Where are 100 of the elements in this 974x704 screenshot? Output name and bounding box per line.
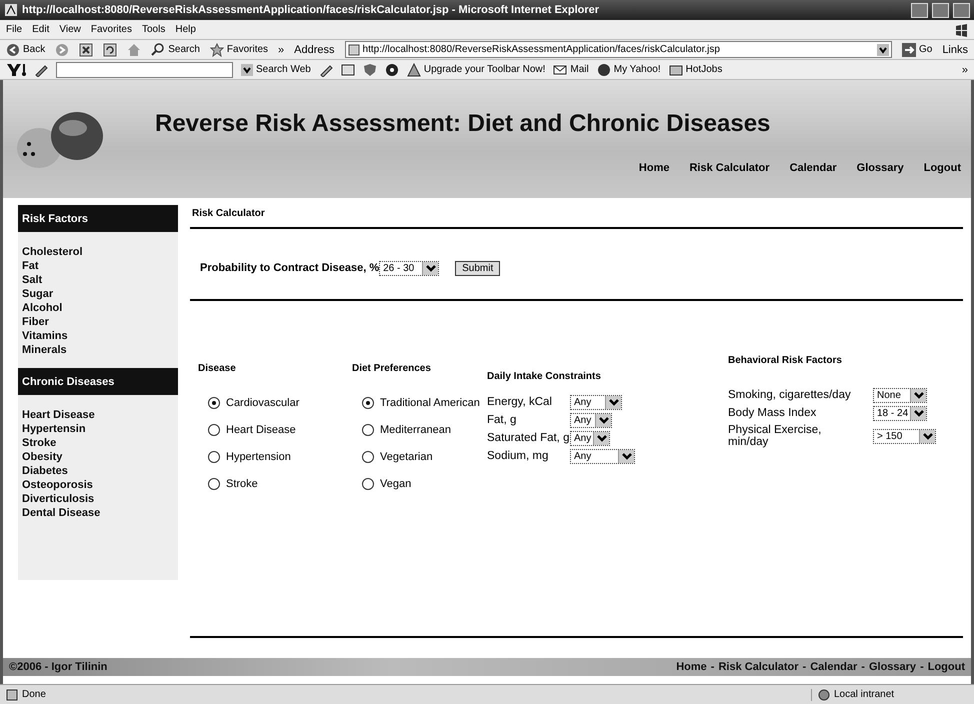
close-button[interactable] bbox=[953, 2, 970, 18]
sidebar-link[interactable]: Vitamins bbox=[18, 330, 178, 344]
radio-button[interactable] bbox=[208, 424, 220, 436]
radio-button[interactable] bbox=[208, 478, 220, 490]
address-field[interactable]: http://localhost:8080/ReverseRiskAssessmentApplication/faces/riskCalculator.jsp bbox=[344, 41, 892, 58]
radio-label: Vegetarian bbox=[380, 450, 433, 462]
menu-item[interactable]: Tools bbox=[142, 24, 166, 35]
sidebar-link[interactable]: Stroke bbox=[18, 437, 178, 451]
dropdown[interactable]: Any bbox=[570, 430, 610, 446]
chevron-down-icon bbox=[424, 263, 437, 273]
chevron-down-icon bbox=[608, 397, 620, 407]
column-heading: Diet Preferences bbox=[352, 363, 432, 376]
my-yahoo-button[interactable]: My Yahoo! bbox=[596, 62, 661, 76]
sidebar-link[interactable]: Sugar bbox=[18, 288, 178, 302]
chevron-down-icon bbox=[620, 451, 632, 461]
field-label: Sodium, mg bbox=[487, 450, 550, 462]
favorites-button[interactable]: Favorites bbox=[210, 42, 268, 56]
status-text: Done bbox=[22, 689, 46, 700]
radio-label: Traditional American bbox=[380, 396, 480, 408]
chevron-down-icon bbox=[598, 415, 610, 425]
search-web-button[interactable]: Search Web bbox=[241, 64, 311, 76]
warning-icon bbox=[406, 62, 421, 76]
menu-item[interactable]: Favorites bbox=[90, 24, 132, 35]
footer-link[interactable]: Logout bbox=[928, 661, 965, 673]
circle-icon bbox=[596, 62, 611, 76]
radio-button[interactable] bbox=[362, 478, 374, 490]
footer-link[interactable]: Calendar bbox=[810, 661, 858, 673]
maximize-button[interactable] bbox=[932, 2, 949, 18]
menu-item[interactable]: View bbox=[59, 24, 81, 35]
sidebar-link[interactable]: Dental Disease bbox=[18, 507, 178, 521]
home-icon bbox=[127, 42, 142, 56]
upgrade-button[interactable]: Upgrade your Toolbar Now! bbox=[406, 62, 546, 76]
radio-button[interactable] bbox=[362, 424, 374, 436]
page-title: Reverse Risk Assessment: Diet and Chronic Diseases bbox=[155, 110, 770, 138]
nav-link[interactable]: Logout bbox=[924, 162, 961, 174]
folder-icon bbox=[668, 62, 683, 76]
field-label: Probability to Contract Disease, % bbox=[200, 262, 380, 274]
dropdown[interactable]: > 150 bbox=[873, 428, 936, 444]
nav-link[interactable]: Risk Calculator bbox=[689, 162, 770, 174]
sidebar-link[interactable]: Salt bbox=[18, 274, 178, 288]
dropdown[interactable]: 26 - 30 bbox=[379, 260, 440, 276]
menu-item[interactable]: Help bbox=[175, 24, 196, 35]
sidebar-link[interactable]: Fiber bbox=[18, 316, 178, 330]
radio-button[interactable] bbox=[362, 450, 374, 462]
overflow-button[interactable]: » bbox=[962, 64, 968, 76]
menu-item[interactable]: File bbox=[6, 24, 22, 35]
field-label: Fat, g bbox=[487, 414, 518, 426]
address-label: Address bbox=[294, 44, 335, 56]
minimize-button[interactable] bbox=[911, 2, 928, 18]
field-label: Smoking, cigarettes/day bbox=[728, 389, 852, 401]
separator-text: - bbox=[920, 661, 924, 673]
dropdown[interactable]: Any bbox=[570, 448, 635, 464]
chevron-down-icon bbox=[922, 431, 934, 441]
overflow-button[interactable]: » bbox=[278, 44, 284, 56]
sidebar-link[interactable]: Hypertensin bbox=[18, 423, 178, 437]
go-button[interactable]: Go bbox=[902, 42, 932, 56]
footer-link[interactable]: Risk Calculator bbox=[718, 661, 799, 673]
radio-button[interactable] bbox=[208, 450, 220, 462]
nav-link[interactable]: Calendar bbox=[790, 162, 837, 174]
dropdown[interactable]: 18 - 24 bbox=[873, 406, 927, 420]
dropdown[interactable]: None bbox=[873, 388, 927, 402]
sidebar-link[interactable]: Diverticulosis bbox=[18, 493, 178, 507]
sidebar-link[interactable]: Alcohol bbox=[18, 302, 178, 316]
hotjobs-button[interactable]: HotJobs bbox=[668, 62, 722, 76]
field-label: Body Mass Index bbox=[728, 407, 818, 419]
mail-button[interactable]: Mail bbox=[553, 62, 589, 76]
search-button[interactable]: Search bbox=[151, 42, 200, 56]
sidebar-link[interactable]: Obesity bbox=[18, 451, 178, 465]
sidebar-link[interactable]: Fat bbox=[18, 260, 178, 274]
windows-logo-icon bbox=[954, 22, 968, 36]
chevron-down-icon bbox=[876, 44, 889, 56]
footer-link[interactable]: Glossary bbox=[868, 661, 916, 673]
envelope-icon bbox=[553, 62, 568, 76]
sidebar-link[interactable]: Cholesterol bbox=[18, 246, 178, 260]
sidebar-link[interactable]: Diabetes bbox=[18, 465, 178, 479]
dropdown[interactable]: Any bbox=[570, 394, 622, 410]
footer-link[interactable]: Home bbox=[676, 661, 707, 673]
radio-label: Hypertension bbox=[226, 450, 291, 462]
submit-button[interactable]: Submit bbox=[455, 260, 500, 276]
links-button[interactable]: Links bbox=[942, 44, 968, 56]
radio-label: Cardiovascular bbox=[226, 396, 300, 408]
sidebar-link[interactable]: Heart Disease bbox=[18, 409, 178, 423]
menu-item[interactable]: Edit bbox=[32, 24, 50, 35]
column-heading: Behavioral Risk Factors bbox=[728, 355, 843, 368]
search-field[interactable] bbox=[56, 62, 233, 78]
nav-link[interactable]: Home bbox=[638, 162, 670, 174]
column-heading: Daily Intake Constraints bbox=[487, 370, 602, 384]
sidebar-heading: Risk Factors bbox=[18, 205, 178, 232]
dropdown[interactable]: Any bbox=[570, 412, 612, 428]
field-label: Saturated Fat, g bbox=[487, 432, 570, 444]
radio-button[interactable] bbox=[208, 396, 220, 408]
refresh-icon bbox=[103, 42, 118, 56]
field-label: Physical Exercise, min/day bbox=[728, 424, 822, 448]
nav-link[interactable]: Glossary bbox=[856, 162, 904, 174]
radio-button[interactable] bbox=[362, 396, 374, 408]
separator-text: - bbox=[802, 661, 806, 673]
yahoo-logo-icon bbox=[6, 62, 26, 78]
sidebar-link[interactable]: Minerals bbox=[18, 344, 178, 358]
back-button[interactable]: Back bbox=[6, 42, 46, 56]
sidebar-link[interactable]: Osteoporosis bbox=[18, 479, 178, 493]
